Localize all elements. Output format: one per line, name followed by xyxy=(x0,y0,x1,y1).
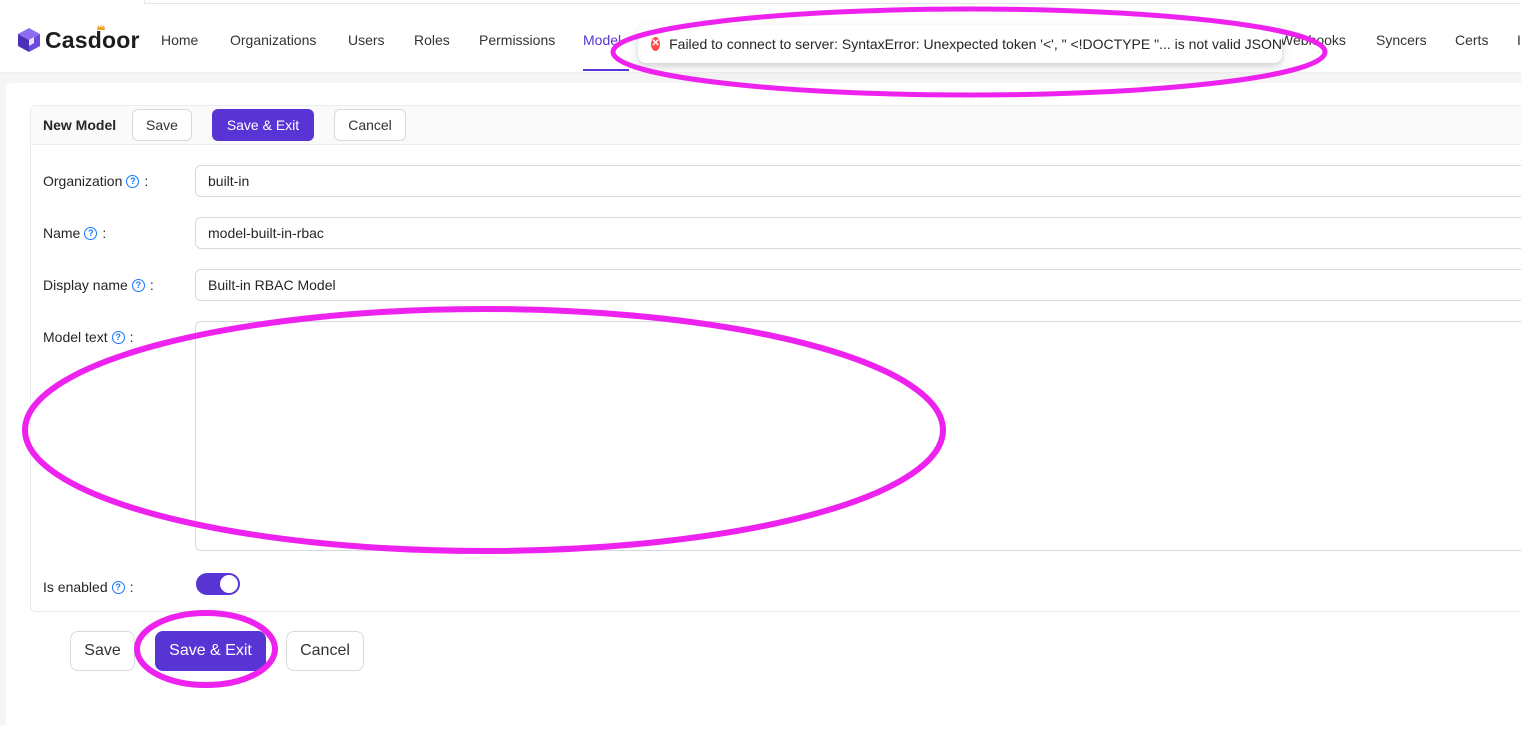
error-toast-message: Failed to connect to server: SyntaxError… xyxy=(669,36,1282,52)
model-text-editor[interactable] xyxy=(195,321,1521,551)
name-label: Name ?: xyxy=(43,225,107,241)
nav-active-indicator xyxy=(583,69,629,71)
nav-item-webhooks[interactable]: Webhooks xyxy=(1280,6,1346,72)
is-enabled-label-text: Is enabled xyxy=(43,579,108,595)
help-icon[interactable]: ? xyxy=(111,580,125,594)
footer-save-exit-button[interactable]: Save & Exit xyxy=(155,631,266,671)
name-value: model-built-in-rbac xyxy=(208,225,324,241)
help-icon[interactable]: ? xyxy=(126,174,140,188)
nav-item-home[interactable]: Home xyxy=(161,6,198,72)
form-title: New Model xyxy=(43,117,117,133)
model-text-label-text: Model text xyxy=(43,329,108,345)
nav-item-models[interactable]: Model xyxy=(583,6,621,72)
casdoor-cube-icon xyxy=(18,28,40,52)
display-name-label: Display name ?: xyxy=(43,277,154,293)
display-name-label-text: Display name xyxy=(43,277,128,293)
help-icon[interactable]: ? xyxy=(131,278,145,292)
footer-cancel-button[interactable]: Cancel xyxy=(286,631,364,671)
app-name: Casdoor xyxy=(45,26,140,53)
nav-item-syncers[interactable]: Syncers xyxy=(1376,6,1427,72)
logo-crown-icon xyxy=(97,24,105,30)
header-cancel-button[interactable]: Cancel xyxy=(334,109,406,141)
organization-value: built-in xyxy=(208,173,250,189)
footer-save-button[interactable]: Save xyxy=(70,631,135,671)
organization-select[interactable]: built-in xyxy=(195,165,1521,197)
switch-knob xyxy=(220,575,238,593)
app-logo[interactable]: Casdoor xyxy=(17,24,140,55)
organization-label-text: Organization xyxy=(43,173,123,189)
display-name-input[interactable]: Built-in RBAC Model xyxy=(195,269,1521,301)
nav-item-roles[interactable]: Roles xyxy=(414,6,450,72)
is-enabled-label: Is enabled ?: xyxy=(43,579,134,595)
organization-label: Organization ?: xyxy=(43,173,149,189)
display-name-value: Built-in RBAC Model xyxy=(208,277,336,293)
nav-item-users[interactable]: Users xyxy=(348,6,385,72)
name-label-text: Name xyxy=(43,225,81,241)
help-icon[interactable]: ? xyxy=(84,226,98,240)
error-close-circle-icon: ✕ xyxy=(651,37,661,51)
nav-item-organizations[interactable]: Organizations xyxy=(230,6,316,72)
model-text-label: Model text ?: xyxy=(43,329,134,345)
name-input[interactable]: model-built-in-rbac xyxy=(195,217,1521,249)
nav-item-more[interactable]: I xyxy=(1517,6,1521,72)
is-enabled-switch[interactable] xyxy=(196,573,240,595)
header-save-button[interactable]: Save xyxy=(132,109,192,141)
error-toast: ✕ Failed to connect to server: SyntaxErr… xyxy=(638,25,1282,63)
header-save-exit-button[interactable]: Save & Exit xyxy=(212,109,314,141)
nav-item-certs[interactable]: Certs xyxy=(1455,6,1488,72)
help-icon[interactable]: ? xyxy=(111,330,125,344)
nav-item-permissions[interactable]: Permissions xyxy=(479,6,555,72)
